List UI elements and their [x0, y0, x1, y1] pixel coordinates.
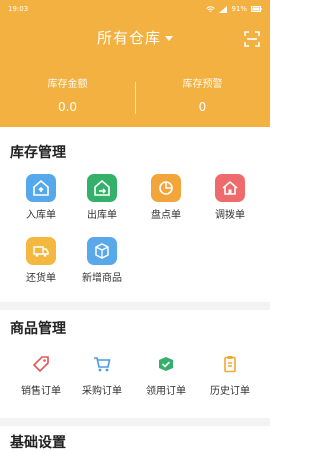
metric-value: 0	[198, 100, 207, 114]
grid-item-stocktake[interactable]: 盘点单	[133, 174, 199, 222]
tile	[87, 237, 117, 265]
tag-icon	[32, 356, 49, 373]
grid-item-label: 采购订单	[82, 386, 122, 397]
wifi-icon	[206, 5, 216, 12]
box-check-icon	[159, 357, 173, 371]
grid-item-label: 新增商品	[82, 273, 122, 284]
grid-item-stock-in[interactable]: 入库单	[8, 174, 74, 222]
new-box-icon	[95, 243, 109, 259]
icon-wrap	[26, 350, 56, 378]
tile	[151, 174, 181, 202]
tile	[26, 174, 56, 202]
truck-icon	[33, 246, 49, 257]
tile	[26, 237, 56, 265]
grid-item-label: 调拨单	[215, 210, 245, 221]
grid-item-transfer[interactable]: 调拨单	[197, 174, 263, 222]
warehouse-selector[interactable]: 所有仓库	[0, 27, 270, 49]
section-title-inventory: 库存管理	[10, 145, 66, 161]
grid-item-label: 领用订单	[146, 386, 186, 397]
status-right: 91%	[206, 0, 262, 18]
header-bar: 19:03 91% 所有仓库 库存金额 0.0 库存预警 0	[0, 0, 270, 127]
page-title: 所有仓库	[96, 29, 161, 47]
grid-item-history-order[interactable]: 历史订单	[197, 350, 263, 398]
battery-icon	[251, 6, 262, 12]
grid-item-purchase-order[interactable]: 采购订单	[69, 350, 135, 398]
section-title-basic-settings: 基础设置	[10, 435, 66, 451]
grid-item-return[interactable]: 还货单	[8, 237, 74, 285]
warehouse-out-icon	[94, 179, 110, 196]
grid-item-label: 盘点单	[151, 210, 181, 221]
signal-icon	[219, 5, 228, 13]
metric-label: 库存预警	[182, 79, 223, 90]
metric-inventory-amount[interactable]: 库存金额 0.0	[0, 78, 135, 116]
pie-chart-icon	[159, 181, 173, 195]
section-title-products: 商品管理	[10, 321, 66, 337]
status-time: 19:03	[8, 5, 29, 13]
battery-level: 91%	[231, 5, 247, 13]
section-separator	[0, 418, 270, 426]
metric-label: 库存金额	[47, 79, 88, 90]
icon-wrap	[151, 350, 181, 378]
metric-value: 0.0	[57, 100, 78, 114]
section-separator	[0, 302, 270, 310]
scan-icon[interactable]	[244, 31, 260, 47]
icon-wrap	[87, 350, 117, 378]
grid-item-sales-order[interactable]: 销售订单	[8, 350, 74, 398]
grid-item-label: 出库单	[87, 210, 117, 221]
grid-item-requisition-order[interactable]: 领用订单	[133, 350, 199, 398]
grid-item-label: 入库单	[26, 210, 56, 221]
grid-item-label: 历史订单	[210, 386, 250, 397]
cart-icon	[94, 357, 111, 372]
tile	[215, 174, 245, 202]
clipboard-icon	[224, 356, 236, 373]
grid-item-label: 还货单	[26, 273, 56, 284]
grid-item-stock-out[interactable]: 出库单	[69, 174, 135, 222]
grid-item-label: 销售订单	[21, 386, 61, 397]
grid-item-new-product[interactable]: 新增商品	[69, 237, 135, 285]
metric-inventory-warning[interactable]: 库存预警 0	[135, 78, 270, 116]
warehouse-up-icon	[33, 179, 49, 196]
home-transfer-icon	[222, 180, 238, 195]
icon-wrap	[215, 350, 245, 378]
status-bar: 19:03 91%	[0, 0, 270, 18]
chevron-down-icon	[165, 36, 173, 41]
tile	[87, 174, 117, 202]
